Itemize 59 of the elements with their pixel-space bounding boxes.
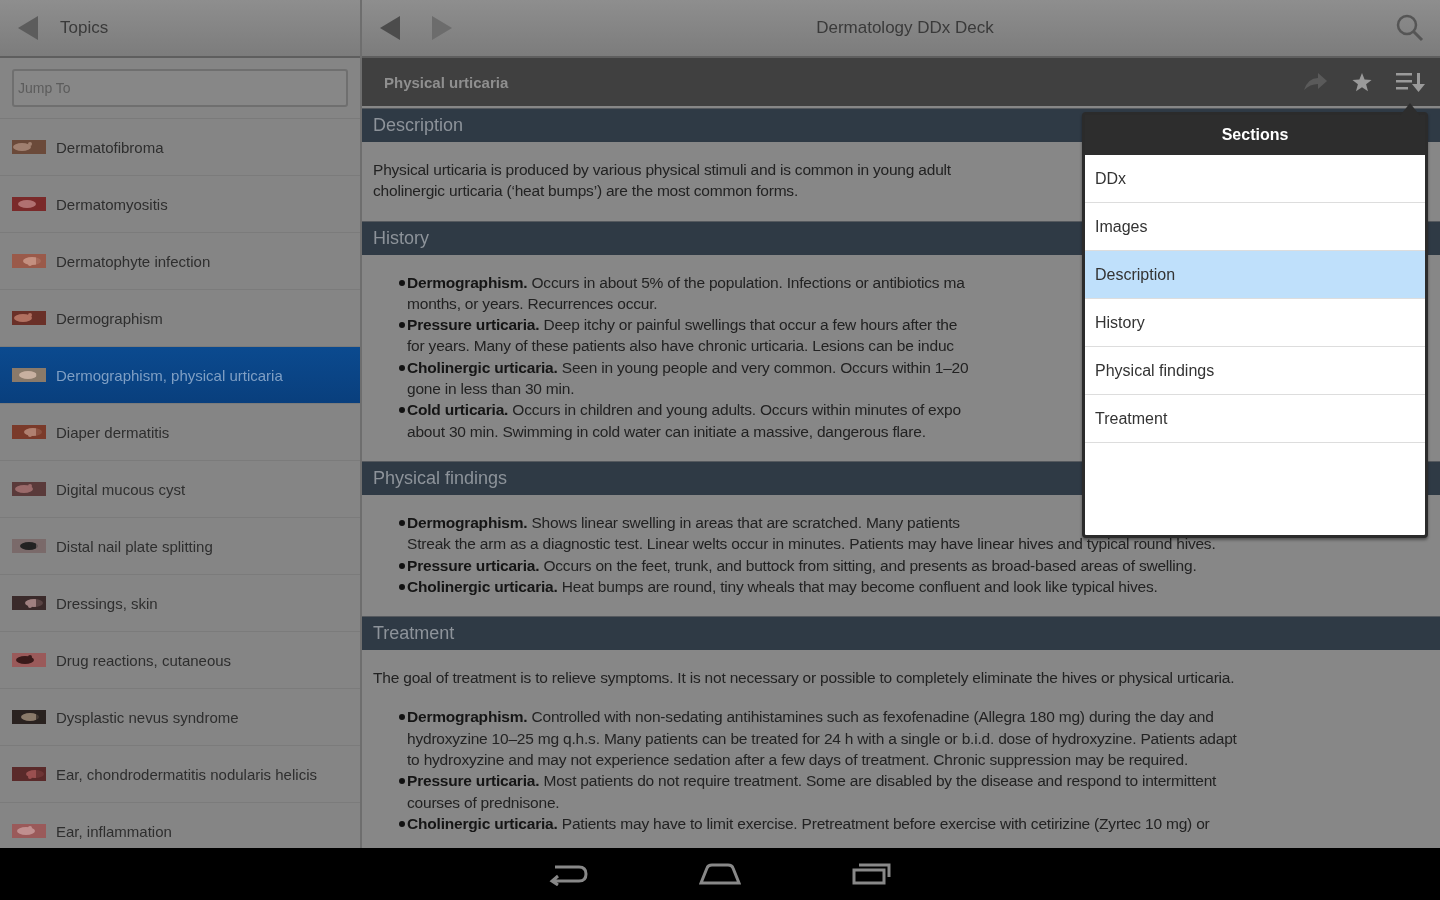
bullet-text: about 30 min. Swimming in cold water can initiate a massive, dangerous flare. <box>407 421 926 442</box>
app-title: Dermatology DDx Deck <box>815 18 995 38</box>
bullet-text: Dermographism. Controlled with non-sedating antihistamines such as fexofenadine (Allegra 180 mg) during the day and <box>407 707 1214 728</box>
topic-item[interactable]: Dermatofibroma <box>0 119 360 176</box>
bullet-icon <box>399 562 405 569</box>
bullet-text: Pressure urticaria. Deep itchy or painful swellings that occur a few hours after the <box>407 315 958 336</box>
menu-item[interactable]: Physical findings <box>1085 347 1425 395</box>
menu-item[interactable]: History <box>1085 299 1425 347</box>
bullet-text: to hydroxyzine and may not experience sedation after a few days of treatment. Chronic suppression may be required. <box>407 750 1189 771</box>
bullet-text: Cholinergic urticaria. Heat bumps are round, tiny wheals that may become confluent and look like typical hives. <box>407 576 1158 597</box>
topic-item[interactable]: Dermographism, physical urticaria <box>0 347 360 404</box>
topic-item[interactable]: Dysplastic nevus syndrome <box>0 689 360 746</box>
menu-item[interactable]: Description <box>1085 251 1425 299</box>
bullet-text: months, or years. Recurrences occur. <box>407 293 658 314</box>
topic-item[interactable]: Dermatophyte infection <box>0 233 360 290</box>
bullet-icon <box>399 519 405 526</box>
article-title: Physical urticaria <box>384 73 510 91</box>
topic-item[interactable]: Ear, chondrodermatitis nodularis helicis <box>0 746 360 803</box>
bullet-icon <box>399 364 405 371</box>
bullet-text: Cholinergic urticaria. Patients may have to limit exercise. Pretreatment before exercise with cetirizine (Zyrtec 10 mg) or <box>407 813 1210 834</box>
body-text: The goal of treatment is to relieve symptoms. It is not necessary or possible to completely eliminate the hives or physical urticaria. <box>373 668 1235 689</box>
bullet-text: for years. Many of these patients also have chronic urticaria. Lesions can be induc <box>407 336 954 357</box>
bullet-text: Pressure urticaria. Most patients do not require treatment. Some are disabled by the disease and respond to intermittent <box>407 771 1217 792</box>
back-arrow-icon[interactable] <box>378 15 402 41</box>
menu-item[interactable]: Treatment <box>1085 395 1425 443</box>
bullet-icon <box>399 279 405 286</box>
search-icon[interactable] <box>1396 14 1424 42</box>
bullet-icon <box>399 322 405 329</box>
topic-item[interactable]: Distal nail plate splitting <box>0 518 360 575</box>
bullet-text: courses of prednisone. <box>407 792 560 813</box>
star-icon[interactable] <box>1352 72 1372 92</box>
bullet-text: Cold urticaria. Occurs in children and young adults. Occurs within minutes of expo <box>407 400 961 421</box>
bullet-text: Dermographism. Shows linear swelling in areas that are scratched. Many patients <box>407 512 960 533</box>
menu-item[interactable]: Images <box>1085 203 1425 251</box>
home-icon[interactable] <box>699 863 741 885</box>
topic-item[interactable]: Dermatomyositis <box>0 176 360 233</box>
topic-item[interactable]: Drug reactions, cutaneous <box>0 632 360 689</box>
bullet-icon <box>399 714 405 721</box>
bullet-text: Cholinergic urticaria. Seen in young people and very common. Occurs within 1–20 <box>407 357 969 378</box>
back-arrow-icon[interactable] <box>16 15 40 41</box>
body-text: Physical urticaria is produced by various physical stimuli and is common in young adult <box>373 160 951 180</box>
bullet-text: Streak the arm as a diagnostic test. Linear welts occur in minutes. Patients may have linear hives and typical round hives. <box>407 534 1216 555</box>
recent-apps-icon[interactable] <box>851 863 893 885</box>
section-heading: Treatment <box>362 616 1440 651</box>
topic-item[interactable]: Dressings, skin <box>0 575 360 632</box>
bullet-text: Dermographism. Occurs in about 5% of the population. Infections or antibiotics ma <box>407 272 965 293</box>
topic-item[interactable]: Digital mucous cyst <box>0 461 360 518</box>
body-text: cholinergic urticaria (‘heat bumps’) are the most common forms. <box>373 181 798 202</box>
bullet-text: hydroxyzine 10–25 mg q.h.s. Many patients can be treated for 24 h with a single or b.i.d. dose of hydroxyzine. Patients adapt <box>407 728 1237 749</box>
list-sort-icon[interactable] <box>1396 71 1426 93</box>
bullet-icon <box>399 407 405 414</box>
bullet-icon <box>399 778 405 785</box>
bullet-text: gone in less than 30 min. <box>407 379 575 400</box>
sidebar-title: Topics <box>60 18 109 38</box>
bullet-text: Pressure urticaria. Occurs on the feet, trunk, and buttock from sitting, and presents as broad-based areas of swelling. <box>407 555 1197 576</box>
menu-item[interactable]: DDx <box>1085 155 1425 203</box>
topic-item[interactable]: Diaper dermatitis <box>0 404 360 461</box>
bullet-icon <box>399 583 405 590</box>
bullet-icon <box>399 820 405 827</box>
